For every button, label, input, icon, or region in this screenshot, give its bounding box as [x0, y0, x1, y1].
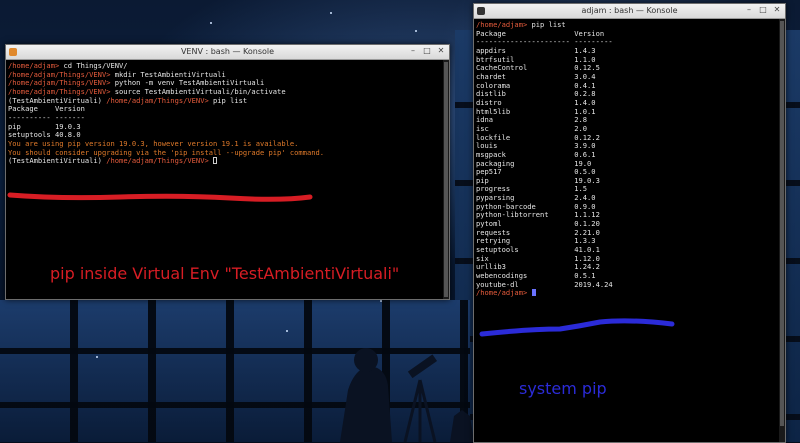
red-annotation-label: pip inside Virtual Env "TestAmbientiVirt… — [50, 264, 400, 283]
konsole-app-icon[interactable] — [9, 48, 17, 56]
konsole-app-icon[interactable] — [477, 7, 485, 15]
maximize-icon[interactable]: □ — [758, 5, 768, 15]
maximize-icon[interactable]: □ — [422, 46, 432, 56]
annotation-markers — [7, 192, 675, 337]
close-icon[interactable]: ✕ — [772, 5, 782, 15]
minimize-icon[interactable]: – — [744, 5, 754, 15]
close-icon[interactable]: ✕ — [436, 46, 446, 56]
blue-annotation-label: system pip — [519, 379, 607, 398]
minimize-icon[interactable]: – — [408, 46, 418, 56]
blue-underline-marker — [479, 318, 675, 337]
red-underline-marker — [7, 192, 313, 202]
